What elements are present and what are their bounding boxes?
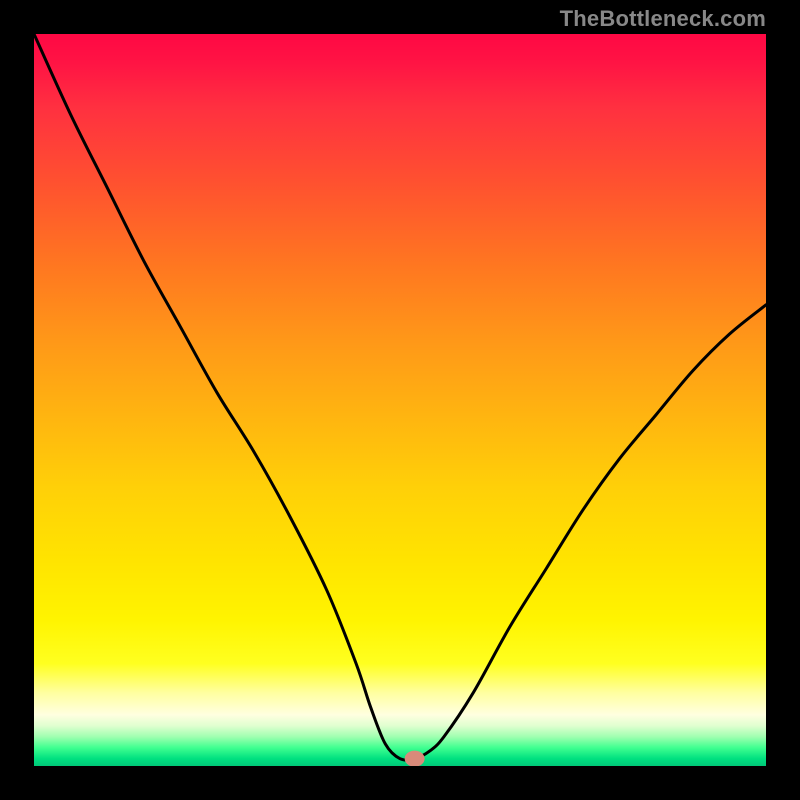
bottleneck-curve <box>34 34 766 760</box>
watermark-text: TheBottleneck.com <box>560 6 766 32</box>
chart-frame: TheBottleneck.com <box>0 0 800 800</box>
plot-area <box>34 34 766 766</box>
bottleneck-curve-svg <box>34 34 766 766</box>
optimum-marker <box>405 751 425 766</box>
